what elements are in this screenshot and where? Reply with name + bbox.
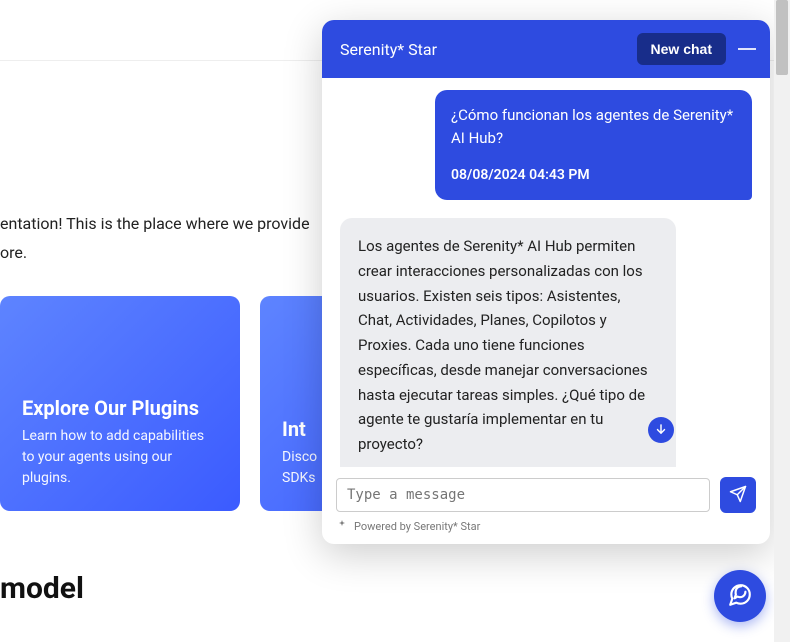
chat-input-row (322, 467, 770, 519)
card-title: Explore Our Plugins (22, 396, 218, 420)
chat-footer: Powered by Serenity* Star (322, 519, 770, 544)
chat-bubble-icon (727, 582, 753, 611)
card-desc: Learn how to add capabilities to your ag… (22, 426, 218, 489)
section-heading: model (0, 571, 790, 606)
chat-widget: Serenity* Star New chat ¿Cómo funcionan … (322, 20, 770, 544)
chat-body[interactable]: ¿Cómo funcionan los agentes de Serenity*… (322, 78, 770, 467)
user-message-time: 08/08/2024 04:43 PM (451, 165, 736, 186)
chat-title: Serenity* Star (340, 40, 437, 59)
sparkle-icon (336, 519, 348, 534)
scroll-down-button[interactable] (648, 417, 674, 443)
arrow-down-icon (654, 422, 668, 439)
card-explore-plugins[interactable]: Explore Our Plugins Learn how to add cap… (0, 296, 240, 511)
message-input[interactable] (336, 478, 710, 512)
new-chat-button[interactable]: New chat (637, 33, 726, 65)
card-desc-line1: Disco (282, 449, 317, 465)
minimize-button[interactable] (738, 48, 756, 50)
chat-footer-text: Powered by Serenity* Star (354, 520, 480, 533)
user-message: ¿Cómo funcionan los agentes de Serenity*… (435, 90, 752, 200)
send-button[interactable] (720, 477, 756, 513)
page-scrollbar[interactable] (774, 0, 790, 642)
chat-header: Serenity* Star New chat (322, 20, 770, 78)
scrollbar-thumb[interactable] (776, 0, 788, 75)
chat-fab-button[interactable] (714, 570, 766, 622)
card-desc-line2: SDKs (282, 470, 316, 486)
chat-header-right: New chat (637, 33, 756, 65)
bot-message-text: Los agentes de Serenity* AI Hub permiten… (358, 234, 658, 457)
bot-message: Los agentes de Serenity* AI Hub permiten… (340, 218, 676, 467)
user-message-text: ¿Cómo funcionan los agentes de Serenity*… (451, 104, 736, 149)
send-icon (729, 485, 747, 506)
